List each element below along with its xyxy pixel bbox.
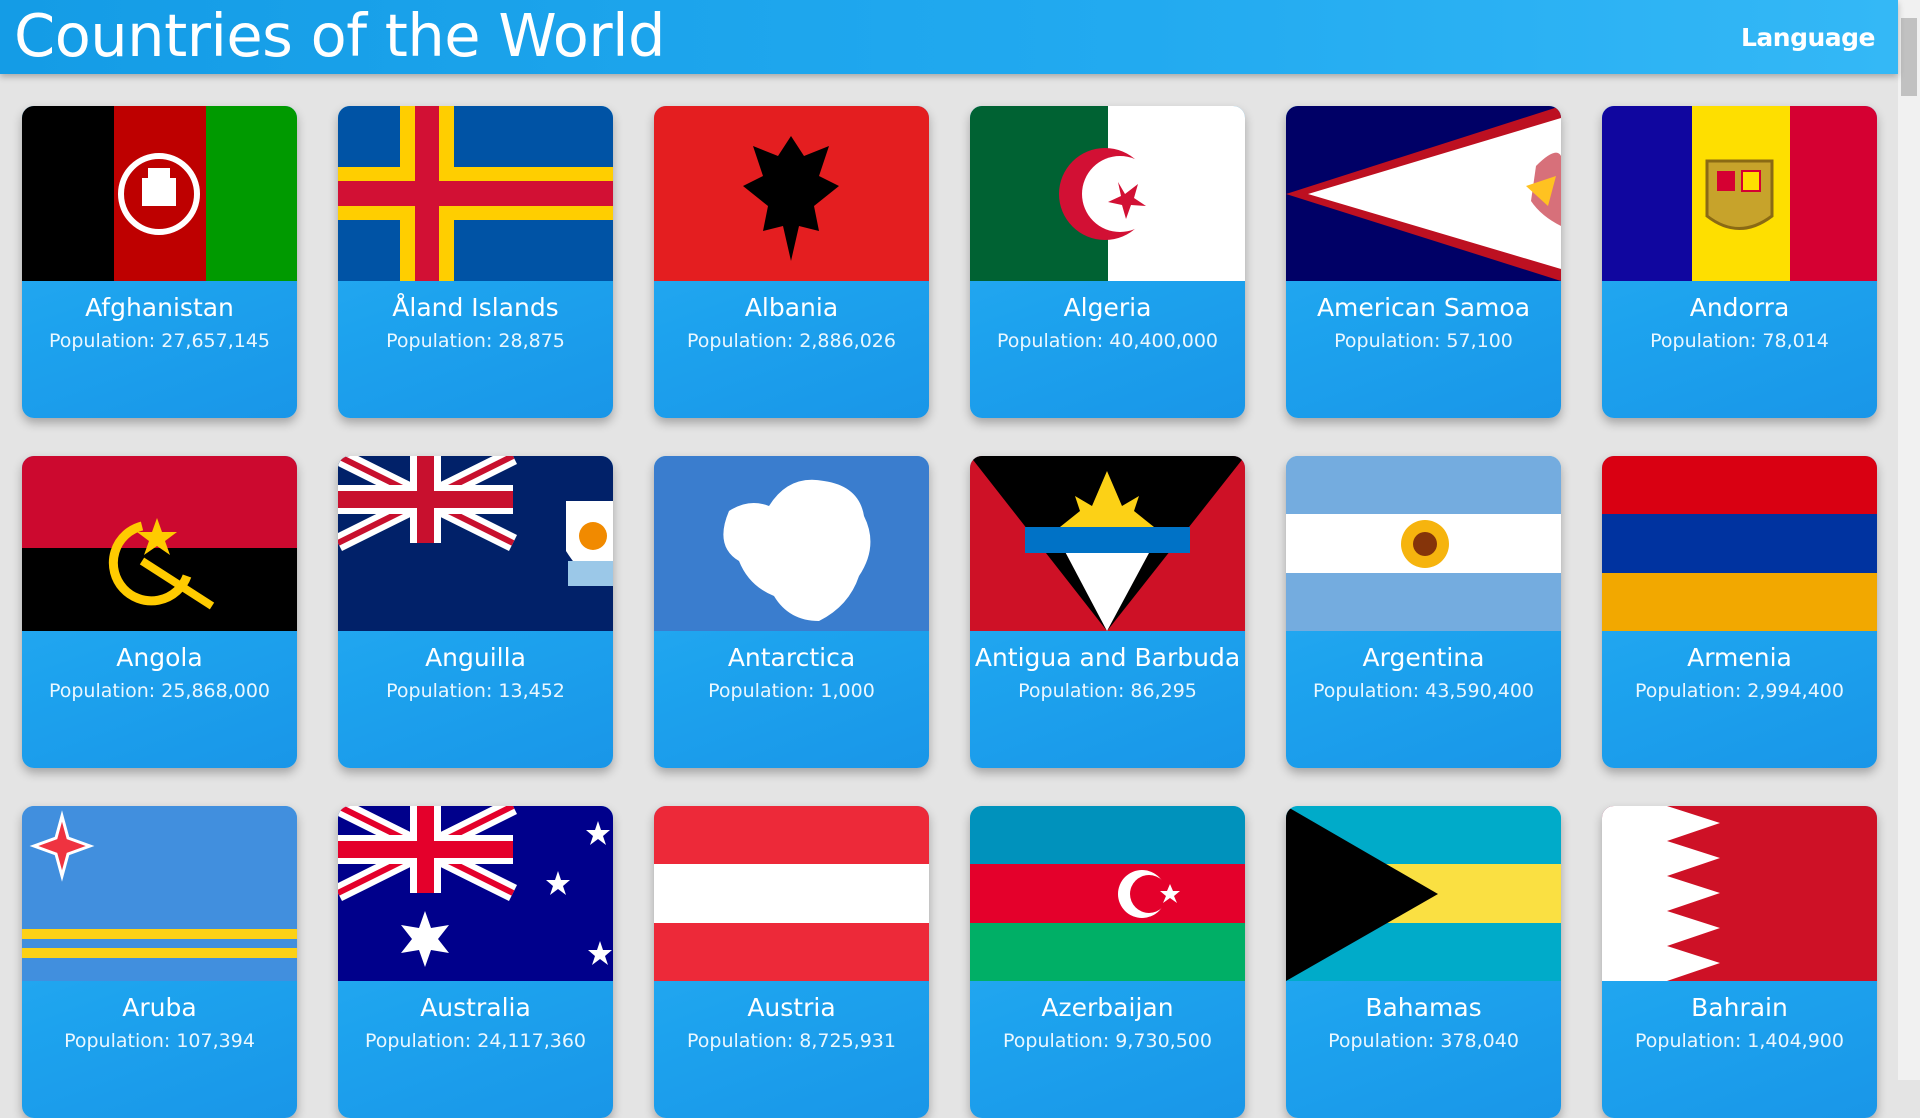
country-population: Population: 9,730,500 [1003, 1030, 1212, 1052]
flag-andorra-icon [1602, 106, 1877, 281]
country-name: Bahrain [1691, 993, 1788, 1022]
country-card-andorra[interactable]: Andorra Population: 78,014 [1602, 106, 1877, 418]
countries-grid: Afghanistan Population: 27,657,145 Åland… [0, 0, 1898, 1118]
country-name: Antigua and Barbuda [974, 643, 1241, 672]
country-name: Algeria [1063, 293, 1152, 322]
country-card-aland-islands[interactable]: Åland Islands Population: 28,875 [338, 106, 613, 418]
country-card-albania[interactable]: Albania Population: 2,886,026 [654, 106, 929, 418]
country-name: Antarctica [727, 643, 856, 672]
country-population: Population: 378,040 [1328, 1030, 1519, 1052]
country-population: Population: 2,994,400 [1635, 680, 1844, 702]
country-population: Population: 25,868,000 [48, 680, 271, 702]
country-name: Austria [747, 993, 836, 1022]
country-population: Population: 57,100 [1334, 330, 1513, 352]
country-card-austria[interactable]: Austria Population: 8,725,931 [654, 806, 929, 1118]
country-population: Population: 24,117,360 [364, 1030, 587, 1052]
flag-albania-icon [654, 106, 929, 281]
app-bar: Countries of the World Language [0, 0, 1898, 74]
country-card-afghanistan[interactable]: Afghanistan Population: 27,657,145 [22, 106, 297, 418]
country-population: Population: 27,657,145 [48, 330, 271, 352]
flag-antigua-and-barbuda-icon [970, 456, 1245, 631]
country-card-antarctica[interactable]: Antarctica Population: 1,000 [654, 456, 929, 768]
flag-afghanistan-icon [22, 106, 297, 281]
flag-bahrain-icon [1602, 806, 1877, 981]
flag-argentina-icon [1286, 456, 1561, 631]
country-name: American Samoa [1316, 293, 1531, 322]
flag-angola-icon [22, 456, 297, 631]
country-name: Aruba [122, 993, 197, 1022]
country-population: Population: 78,014 [1650, 330, 1829, 352]
country-card-argentina[interactable]: Argentina Population: 43,590,400 [1286, 456, 1561, 768]
country-population: Population: 28,875 [386, 330, 565, 352]
country-population: Population: 40,400,000 [996, 330, 1219, 352]
flag-australia-icon [338, 806, 613, 981]
country-name: Australia [420, 993, 531, 1022]
page-title: Countries of the World [14, 1, 665, 70]
country-name: Albania [744, 293, 839, 322]
country-card-bahrain[interactable]: Bahrain Population: 1,404,900 [1602, 806, 1877, 1118]
country-name: Angola [116, 643, 203, 672]
country-population: Population: 1,404,900 [1635, 1030, 1844, 1052]
country-population: Population: 2,886,026 [687, 330, 896, 352]
country-name: Bahamas [1365, 993, 1482, 1022]
flag-anguilla-icon [338, 456, 613, 631]
country-name: Anguilla [425, 643, 526, 672]
country-population: Population: 1,000 [708, 680, 875, 702]
flag-armenia-icon [1602, 456, 1877, 631]
country-name: Azerbaijan [1041, 993, 1174, 1022]
flag-algeria-icon [970, 106, 1245, 281]
country-card-aruba[interactable]: Aruba Population: 107,394 [22, 806, 297, 1118]
country-card-armenia[interactable]: Armenia Population: 2,994,400 [1602, 456, 1877, 768]
country-population: Population: 43,590,400 [1312, 680, 1535, 702]
country-name: Åland Islands [392, 293, 559, 322]
country-name: Argentina [1362, 643, 1485, 672]
country-population: Population: 86,295 [1018, 680, 1197, 702]
flag-aruba-icon [22, 806, 297, 981]
flag-azerbaijan-icon [970, 806, 1245, 981]
country-name: Armenia [1687, 643, 1792, 672]
country-population: Population: 8,725,931 [687, 1030, 896, 1052]
country-card-angola[interactable]: Angola Population: 25,868,000 [22, 456, 297, 768]
flag-american-samoa-icon [1286, 106, 1561, 281]
scrollbar-thumb[interactable] [1901, 18, 1917, 96]
country-card-antigua-and-barbuda[interactable]: Antigua and Barbuda Population: 86,295 [970, 456, 1245, 768]
country-population: Population: 107,394 [64, 1030, 255, 1052]
country-card-azerbaijan[interactable]: Azerbaijan Population: 9,730,500 [970, 806, 1245, 1118]
country-name: Afghanistan [85, 293, 234, 322]
country-card-american-samoa[interactable]: American Samoa Population: 57,100 [1286, 106, 1561, 418]
flag-austria-icon [654, 806, 929, 981]
flag-bahamas-icon [1286, 806, 1561, 981]
country-card-algeria[interactable]: Algeria Population: 40,400,000 [970, 106, 1245, 418]
vertical-scrollbar[interactable] [1898, 0, 1920, 1080]
country-card-anguilla[interactable]: Anguilla Population: 13,452 [338, 456, 613, 768]
language-button[interactable]: Language [1741, 20, 1876, 56]
country-card-australia[interactable]: Australia Population: 24,117,360 [338, 806, 613, 1118]
country-population: Population: 13,452 [386, 680, 565, 702]
flag-aland-islands-icon [338, 106, 613, 281]
country-name: Andorra [1689, 293, 1790, 322]
flag-antarctica-icon [654, 456, 929, 631]
country-card-bahamas[interactable]: Bahamas Population: 378,040 [1286, 806, 1561, 1118]
